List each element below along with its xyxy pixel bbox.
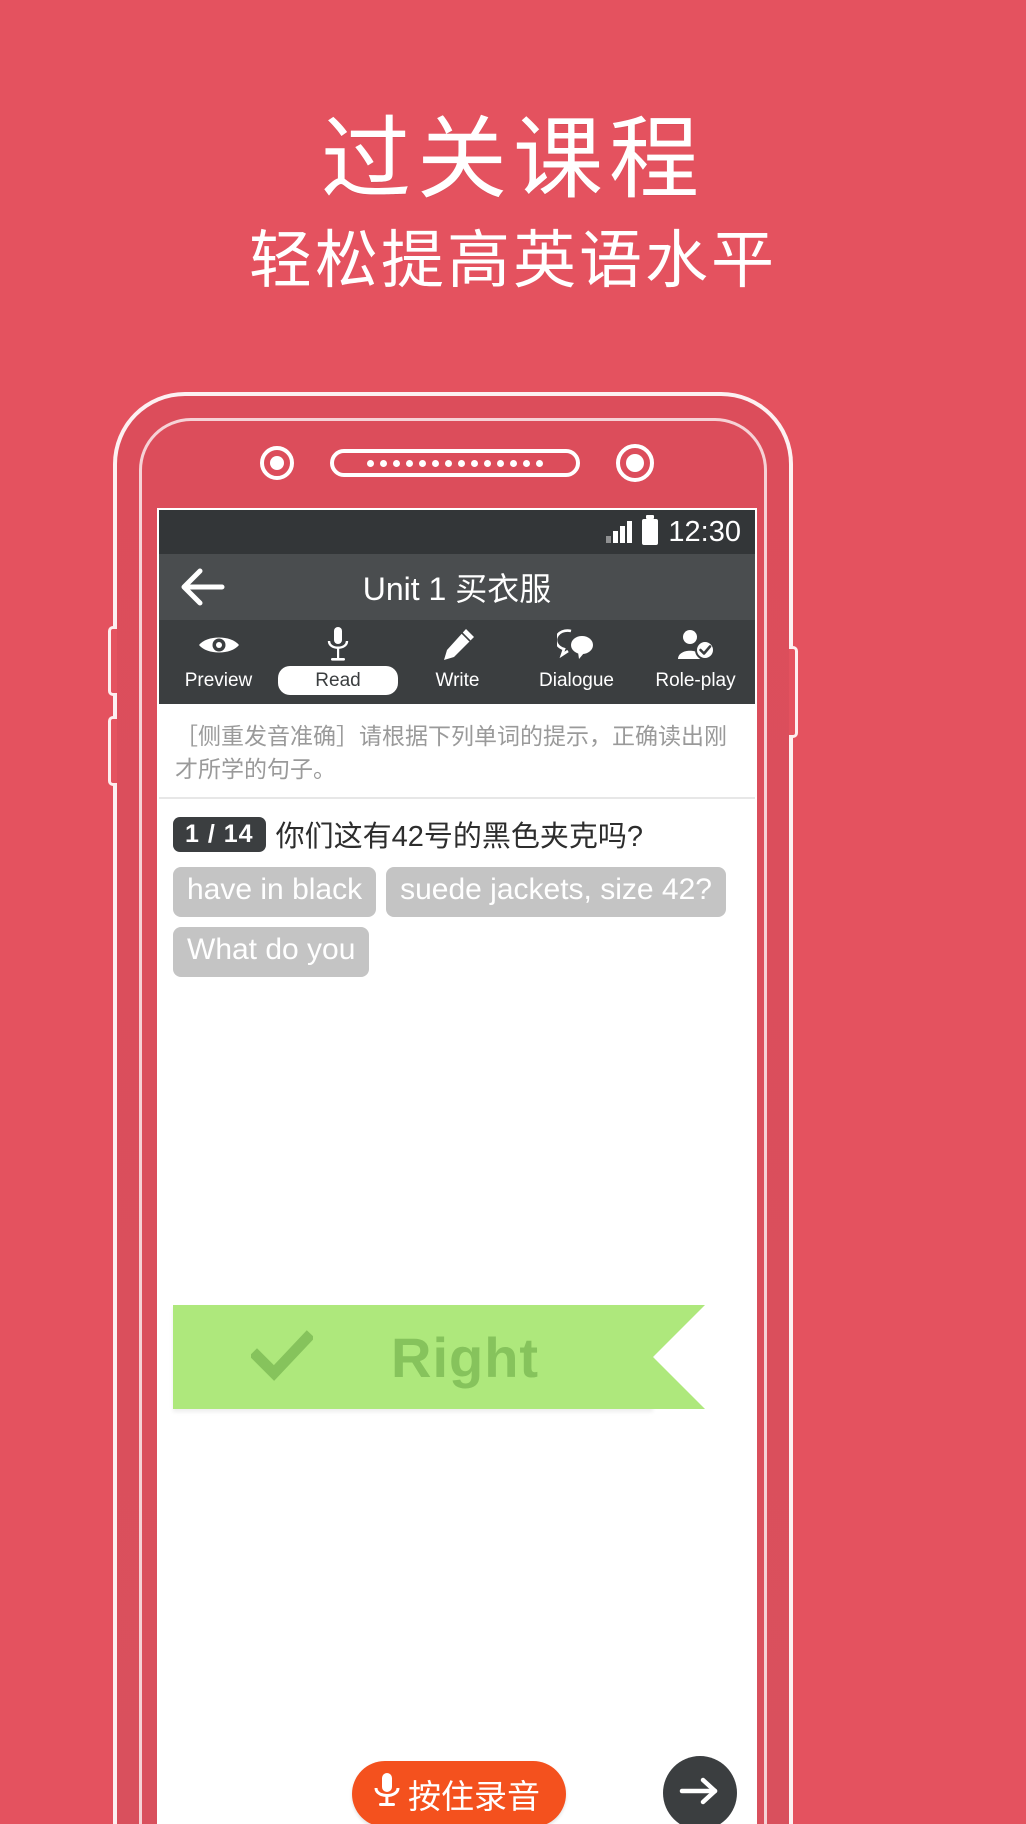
person-check-icon bbox=[677, 626, 715, 664]
status-bar-clock: 12:30 bbox=[668, 515, 741, 548]
front-camera-icon bbox=[616, 444, 654, 482]
tab-dialogue[interactable]: Dialogue bbox=[517, 620, 636, 704]
app-nav-bar: Unit 1 买衣服 bbox=[159, 554, 755, 620]
status-bar: 12:30 bbox=[159, 510, 755, 554]
tab-preview[interactable]: Preview bbox=[159, 620, 278, 704]
word-chip[interactable]: What do you bbox=[173, 927, 370, 978]
feedback-banner: Right bbox=[173, 1305, 705, 1409]
promo-banner: 过关课程 轻松提高英语水平 bbox=[0, 0, 1026, 296]
tab-label-read: Read bbox=[278, 665, 398, 695]
question-progress-badge: 1 / 14 bbox=[173, 816, 266, 852]
back-arrow-icon[interactable] bbox=[177, 561, 229, 613]
microphone-icon bbox=[325, 626, 351, 664]
page-title: Unit 1 买衣服 bbox=[362, 571, 552, 607]
volume-down-button[interactable] bbox=[108, 716, 117, 786]
proximity-sensor-icon bbox=[260, 446, 294, 480]
tab-read[interactable]: Read bbox=[278, 620, 398, 704]
tab-write[interactable]: Write bbox=[398, 620, 517, 704]
signal-bars-icon bbox=[606, 521, 633, 543]
tab-label-write: Write bbox=[435, 669, 480, 691]
feedback-label: Right bbox=[391, 1325, 540, 1389]
earpiece-speaker-icon bbox=[330, 449, 580, 477]
question-text: 你们这有42号的黑色夹克吗? bbox=[275, 821, 643, 854]
record-button-label: 按住录音 bbox=[408, 1778, 540, 1815]
tab-label-preview: Preview bbox=[184, 669, 253, 691]
bottom-action-bar: 按住录音 bbox=[159, 1734, 755, 1824]
pencil-icon bbox=[440, 626, 476, 664]
tab-label-role-play: Role-play bbox=[655, 669, 736, 691]
lesson-tab-bar: Preview Read Write Dialogue Role-play bbox=[159, 620, 755, 704]
tab-label-dialogue: Dialogue bbox=[539, 669, 614, 691]
exercise-instruction: ［侧重发音准确］请根据下列单词的提示，正确读出刚才所学的句子。 bbox=[159, 704, 755, 800]
eye-icon bbox=[197, 626, 241, 664]
next-question-button[interactable] bbox=[663, 1756, 737, 1824]
question-row: 1 / 14 你们这有42号的黑色夹克吗? bbox=[159, 799, 755, 859]
promo-subtitle: 轻松提高英语水平 bbox=[249, 226, 777, 297]
tab-role-play[interactable]: Role-play bbox=[636, 620, 755, 704]
volume-up-button[interactable] bbox=[108, 626, 117, 696]
speech-bubbles-icon bbox=[556, 626, 597, 664]
power-button[interactable] bbox=[789, 646, 798, 738]
phone-screen: 12:30 Unit 1 买衣服 Preview Read Write Dial… bbox=[157, 508, 757, 1824]
check-mark-icon bbox=[249, 1329, 315, 1386]
microphone-icon bbox=[372, 1770, 402, 1818]
record-button[interactable]: 按住录音 bbox=[352, 1761, 566, 1824]
arrow-right-icon bbox=[679, 1774, 721, 1813]
feedback-ribbon: Right bbox=[173, 1305, 705, 1409]
battery-icon bbox=[642, 515, 659, 545]
phone-mockup: 12:30 Unit 1 买衣服 Preview Read Write Dial… bbox=[108, 392, 798, 1824]
word-chip[interactable]: have in black bbox=[173, 867, 377, 918]
phone-sensor-row bbox=[117, 444, 797, 482]
word-hint-chips: have in black suede jackets, size 42? Wh… bbox=[159, 859, 755, 978]
promo-title: 过关课程 bbox=[321, 110, 705, 210]
word-chip[interactable]: suede jackets, size 42? bbox=[386, 867, 726, 918]
